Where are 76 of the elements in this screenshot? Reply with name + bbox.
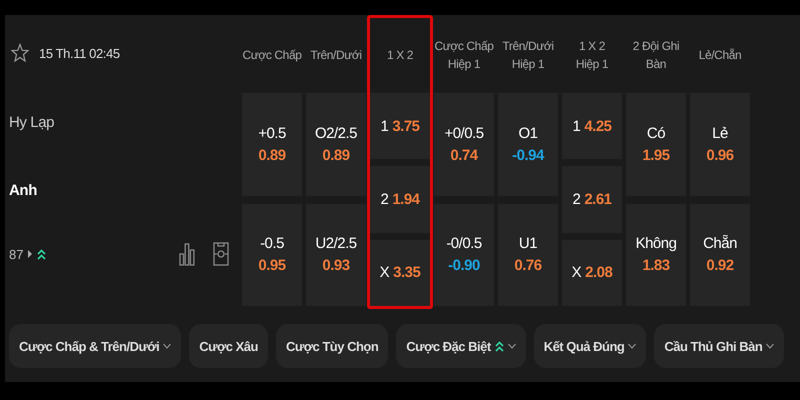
odds-cell[interactable]: X 2.08	[562, 240, 622, 306]
odds-value: 0.96	[706, 146, 734, 164]
pitch-icon[interactable]	[213, 242, 229, 266]
play-icon	[28, 250, 32, 258]
odds-line: -0.5	[260, 235, 284, 252]
odds-value: 0.92	[706, 257, 734, 274]
team-name: Anh	[9, 180, 38, 200]
odds-cell[interactable]: -0.5 0.95	[242, 204, 302, 306]
odds-line: -0/0.5	[446, 235, 482, 252]
odds-value: 1.83	[642, 257, 670, 274]
odds-value: 3.35	[393, 264, 420, 282]
match-time: 15 Th.11 02:45	[39, 46, 120, 60]
column-header: 1 X 2 Hiệp 1	[574, 38, 610, 72]
odds-value: -0.90	[448, 257, 480, 274]
odds-line: +0.5	[258, 124, 286, 142]
odds-value: 4.25	[584, 118, 612, 135]
filter-tab[interactable]: Cược Tùy Chọn	[276, 324, 388, 368]
odds-line: 2	[380, 190, 388, 208]
odds-value: 1.95	[642, 146, 670, 164]
odds-cell[interactable]: U2/2.5 0.93	[306, 204, 366, 306]
odds-value: 0.74	[450, 146, 478, 164]
odds-cell[interactable]: 2 1.94	[370, 166, 430, 233]
filter-tab[interactable]: Kết Quả Đúng	[534, 324, 646, 368]
odds-value: 0.89	[258, 146, 286, 164]
column-header: 2 Đội Ghi Bàn	[632, 38, 680, 72]
odds-line: 2	[572, 190, 580, 208]
odds-value: 0.76	[514, 257, 542, 274]
odds-value: 0.89	[322, 146, 350, 164]
odds-line: 1	[572, 118, 580, 135]
odds-line: Lẻ	[712, 124, 728, 142]
filter-tab[interactable]: Cược Xâu	[189, 324, 268, 368]
odds-cell[interactable]: 2 2.61	[562, 166, 622, 233]
odds-cell[interactable]: -0/0.5 -0.90	[434, 204, 494, 306]
column-header: Trên/Dưới Hiệp 1	[501, 38, 555, 72]
column-header: 1 X 2	[386, 46, 414, 64]
odds-line: Chẵn	[703, 235, 737, 252]
filter-tab[interactable]: Cược Đặc Biệt	[396, 324, 526, 368]
odds-value: 0.95	[258, 257, 286, 274]
odds-line: U1	[518, 235, 538, 252]
odds-line: Không	[636, 235, 676, 252]
odds-line: 1	[380, 118, 388, 135]
odds-cell[interactable]: Lẻ 0.96	[690, 93, 750, 196]
odds-cell[interactable]: X 3.35	[370, 240, 430, 306]
odds-value: 2.08	[585, 264, 612, 282]
odds-line: U2/2.5	[315, 235, 357, 252]
odds-cell[interactable]: 1 4.25	[562, 93, 622, 160]
odds-line: Có	[646, 124, 666, 142]
column-header: Cược Chấp	[242, 46, 302, 64]
column-header: Lẻ/Chẵn	[698, 46, 742, 64]
odds-value: 2.61	[584, 190, 612, 208]
odds-cell[interactable]: +0/0.5 0.74	[434, 93, 494, 196]
star-icon[interactable]	[11, 43, 29, 63]
odds-cell[interactable]: O2/2.5 0.89	[306, 93, 366, 196]
odds-cell[interactable]: +0.5 0.89	[242, 93, 302, 196]
odds-cell[interactable]: U1 0.76	[498, 204, 558, 306]
team-name: Hy Lạp	[9, 112, 56, 132]
match-minute: 87	[9, 246, 24, 262]
odds-line: X	[572, 264, 582, 282]
odds-cell[interactable]: Có 1.95	[626, 93, 686, 196]
filter-tab[interactable]: Cầu Thủ Ghi Bàn	[654, 324, 784, 368]
bar-chart-icon[interactable]	[179, 242, 195, 266]
odds-line: O2/2.5	[314, 124, 358, 142]
odds-value: 0.93	[322, 257, 350, 274]
odds-value: -0.94	[512, 146, 544, 164]
filter-tab[interactable]: Cược Chấp & Trên/Dưới	[9, 324, 182, 368]
odds-line: O1	[518, 124, 538, 142]
odds-cell[interactable]: O1 -0.94	[498, 93, 558, 196]
odds-cell[interactable]: 1 3.75	[370, 93, 430, 160]
odds-line: X	[380, 264, 390, 282]
odds-value: 1.94	[392, 190, 420, 208]
odds-cell[interactable]: Không 1.83	[626, 204, 686, 306]
odds-line: +0/0.5	[444, 124, 484, 142]
odds-value: 3.75	[392, 118, 420, 135]
odds-cell[interactable]: Chẵn 0.92	[690, 204, 750, 306]
column-header: Trên/Dưới	[309, 46, 363, 64]
column-header: Cược Chấp Hiệp 1	[434, 38, 494, 72]
